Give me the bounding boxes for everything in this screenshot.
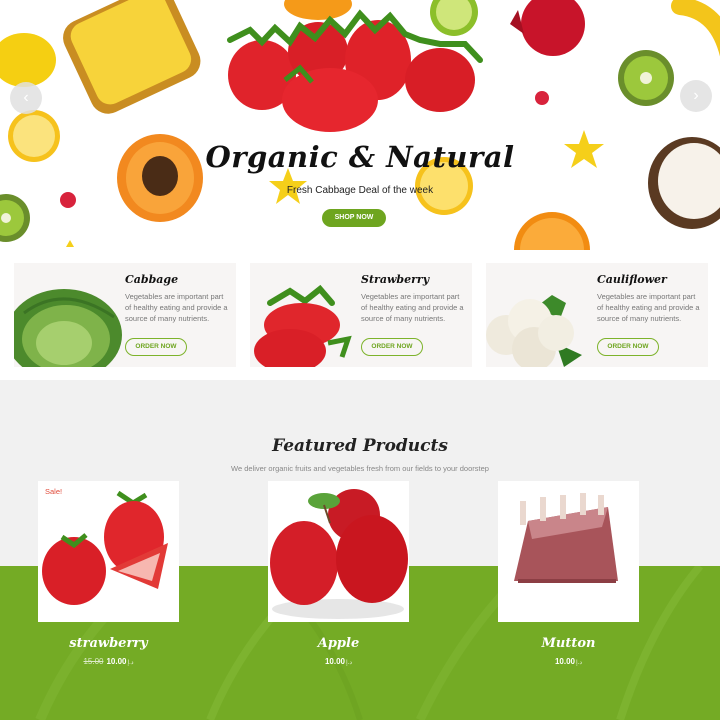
currency-symbol: د.إ [127, 660, 134, 666]
order-now-button[interactable]: ORDER NOW [125, 338, 187, 356]
order-now-button[interactable]: ORDER NOW [361, 338, 423, 356]
slider-next-icon[interactable]: › [680, 80, 712, 112]
mutton-product-image [514, 493, 618, 583]
category-description: Vegetables are important part of healthy… [125, 292, 228, 323]
strawberry-product-image [42, 490, 168, 605]
product-name[interactable]: Apple [268, 636, 409, 651]
apple-product-image [270, 489, 408, 619]
old-price: 15.00 [83, 657, 104, 666]
cauliflower-image [486, 295, 582, 367]
sale-badge: Sale! [45, 487, 63, 496]
category-card-cauliflower: Cauliflower Vegetables are important par… [486, 263, 708, 367]
category-title: Cabbage [125, 273, 179, 286]
category-title: Strawberry [361, 273, 430, 286]
category-description: Vegetables are important part of healthy… [597, 292, 700, 323]
current-price: 10.00 [106, 657, 127, 666]
shop-now-button[interactable]: SHOP NOW [322, 209, 386, 227]
product-name[interactable]: strawberry [38, 636, 179, 651]
product-card-strawberry[interactable]: Sale! [38, 481, 179, 622]
product-card-apple[interactable] [268, 481, 409, 622]
category-card-strawberry: Strawberry Vegetables are important part… [250, 263, 472, 367]
featured-subtitle: We deliver organic fruits and vegetables… [231, 464, 489, 473]
product-card-mutton[interactable] [498, 481, 639, 622]
product-price: 15.00 10.00د.إ [38, 657, 179, 666]
featured-title: Featured Products [272, 436, 448, 456]
order-now-button[interactable]: ORDER NOW [597, 338, 659, 356]
hero-slider: ‹ › Organic & Natural Fresh Cabbage Deal… [0, 0, 720, 250]
currency-symbol: د.إ [576, 660, 583, 666]
category-title: Cauliflower [597, 273, 667, 286]
product-name[interactable]: Mutton [498, 636, 639, 651]
category-card-cabbage: Cabbage Vegetables are important part of… [14, 263, 236, 367]
product-price: 10.00د.إ [268, 657, 409, 666]
category-description: Vegetables are important part of healthy… [361, 292, 464, 323]
current-price: 10.00 [554, 657, 575, 666]
hero-title: Organic & Natural [205, 140, 515, 174]
current-price: 10.00 [324, 657, 345, 666]
product-price: 10.00د.إ [498, 657, 639, 666]
slider-prev-icon[interactable]: ‹ [10, 82, 42, 114]
hero-subtitle: Fresh Cabbage Deal of the week [286, 185, 434, 196]
currency-symbol: د.إ [346, 660, 353, 666]
cabbage-image [14, 289, 122, 367]
strawberry-image [254, 284, 352, 367]
